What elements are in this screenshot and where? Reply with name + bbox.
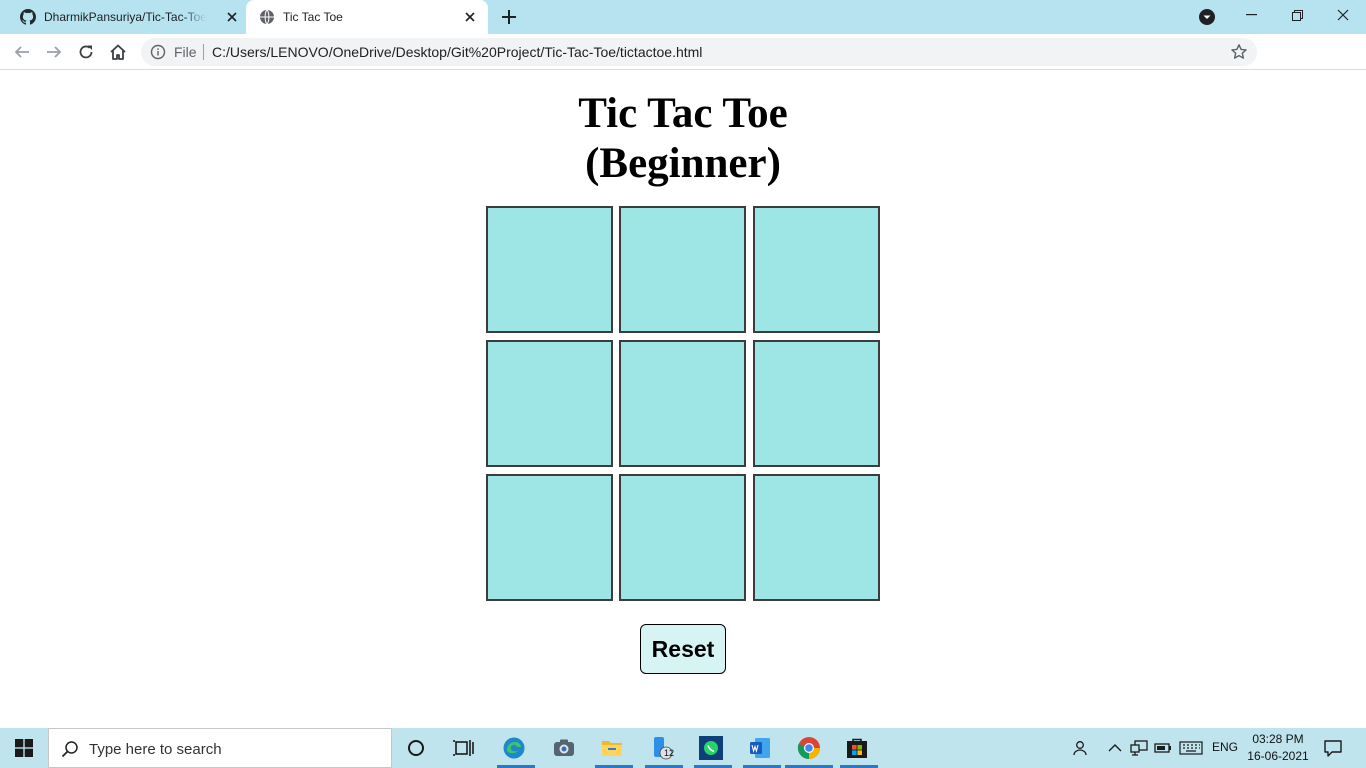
- forward-button[interactable]: [42, 40, 66, 64]
- tab-github[interactable]: DharmikPansuriya/Tic-Tac-Toe: I c: [8, 0, 246, 34]
- back-button[interactable]: [10, 40, 34, 64]
- restore-icon: [1291, 9, 1303, 21]
- phone-badge: 12: [663, 748, 674, 758]
- tab-tic-tac-toe[interactable]: Tic Tac Toe: [246, 0, 488, 34]
- divider: [203, 44, 204, 60]
- windows-logo-icon: [15, 739, 33, 757]
- board-cell-1[interactable]: [486, 206, 613, 333]
- language-indicator[interactable]: ENG: [1212, 740, 1238, 754]
- whatsapp-icon[interactable]: [699, 736, 723, 760]
- star-icon[interactable]: [1230, 43, 1248, 61]
- title-line-1: Tic Tac Toe: [578, 90, 788, 137]
- minimize-button[interactable]: [1228, 0, 1274, 30]
- arrow-left-icon: [14, 46, 29, 58]
- plus-icon: [502, 10, 516, 24]
- tab-title: Tic Tac Toe: [283, 10, 343, 24]
- board-cell-7[interactable]: [486, 474, 613, 601]
- url-text[interactable]: C:/Users/LENOVO/OneDrive/Desktop/Git%20P…: [212, 44, 702, 60]
- edge-icon[interactable]: [502, 736, 526, 760]
- browser-toolbar: File C:/Users/LENOVO/OneDrive/Desktop/Gi…: [0, 34, 1366, 96]
- file-explorer-icon[interactable]: [600, 736, 624, 760]
- phone-icon[interactable]: 12: [650, 736, 674, 760]
- restore-button[interactable]: [1274, 0, 1320, 30]
- board-cell-8[interactable]: [619, 474, 746, 601]
- title-line-2: (Beginner): [585, 140, 781, 187]
- home-icon: [110, 44, 126, 60]
- task-view-icon[interactable]: [452, 736, 476, 760]
- address-bar[interactable]: File C:/Users/LENOVO/OneDrive/Desktop/Gi…: [141, 38, 1257, 66]
- word-icon[interactable]: [748, 736, 772, 760]
- battery-icon[interactable]: [1154, 740, 1172, 756]
- page-title: Tic Tac Toe (Beginner): [0, 89, 1366, 189]
- new-tab-button[interactable]: [499, 7, 519, 27]
- keyboard-icon[interactable]: [1179, 740, 1203, 756]
- reset-button[interactable]: Reset: [640, 624, 726, 674]
- security-chip[interactable]: File: [174, 44, 197, 60]
- clock-time: 03:28 PM: [1252, 732, 1304, 746]
- store-icon[interactable]: [845, 736, 869, 760]
- chevron-down-icon: [1199, 9, 1215, 25]
- windows-taskbar: Type here to search 12 ENG 03:28 PM 16-0…: [0, 728, 1366, 768]
- board-cell-3[interactable]: [753, 206, 880, 333]
- board-cell-9[interactable]: [753, 474, 880, 601]
- notification-icon[interactable]: [1323, 738, 1343, 758]
- close-icon[interactable]: [224, 9, 240, 25]
- board-cell-6[interactable]: [753, 340, 880, 467]
- info-icon[interactable]: [150, 44, 166, 60]
- search-placeholder: Type here to search: [89, 741, 222, 758]
- close-icon[interactable]: [462, 9, 478, 25]
- tab-search-button[interactable]: [1198, 8, 1216, 26]
- board-cell-2[interactable]: [619, 206, 746, 333]
- github-icon: [20, 9, 36, 25]
- close-window-button[interactable]: [1320, 0, 1366, 30]
- tab-strip: DharmikPansuriya/Tic-Tac-Toe: I c Tic Ta…: [0, 0, 1366, 34]
- chevron-up-icon[interactable]: [1106, 740, 1124, 756]
- home-button[interactable]: [106, 40, 130, 64]
- reload-button[interactable]: [74, 40, 98, 64]
- page-content: Tic Tac Toe (Beginner) Reset: [0, 71, 1366, 728]
- camera-icon[interactable]: [552, 736, 576, 760]
- board-cell-4[interactable]: [486, 340, 613, 467]
- reload-icon: [79, 45, 93, 59]
- clock-date: 16-06-2021: [1247, 749, 1309, 763]
- minimize-icon: [1245, 14, 1257, 16]
- system-clock[interactable]: 03:28 PM 16-06-2021: [1246, 731, 1310, 765]
- chrome-icon[interactable]: [797, 736, 821, 760]
- arrow-right-icon: [47, 46, 62, 58]
- taskbar-search[interactable]: Type here to search: [48, 728, 392, 768]
- start-button[interactable]: [0, 728, 48, 768]
- game-board: [485, 206, 881, 602]
- cortana-icon[interactable]: [404, 736, 428, 760]
- people-icon[interactable]: [1070, 740, 1088, 756]
- close-icon: [1337, 9, 1349, 21]
- network-icon[interactable]: [1130, 740, 1148, 756]
- board-cell-5[interactable]: [619, 340, 746, 467]
- globe-icon: [259, 9, 275, 25]
- search-icon: [61, 740, 79, 758]
- tab-title: DharmikPansuriya/Tic-Tac-Toe: I c: [44, 10, 206, 24]
